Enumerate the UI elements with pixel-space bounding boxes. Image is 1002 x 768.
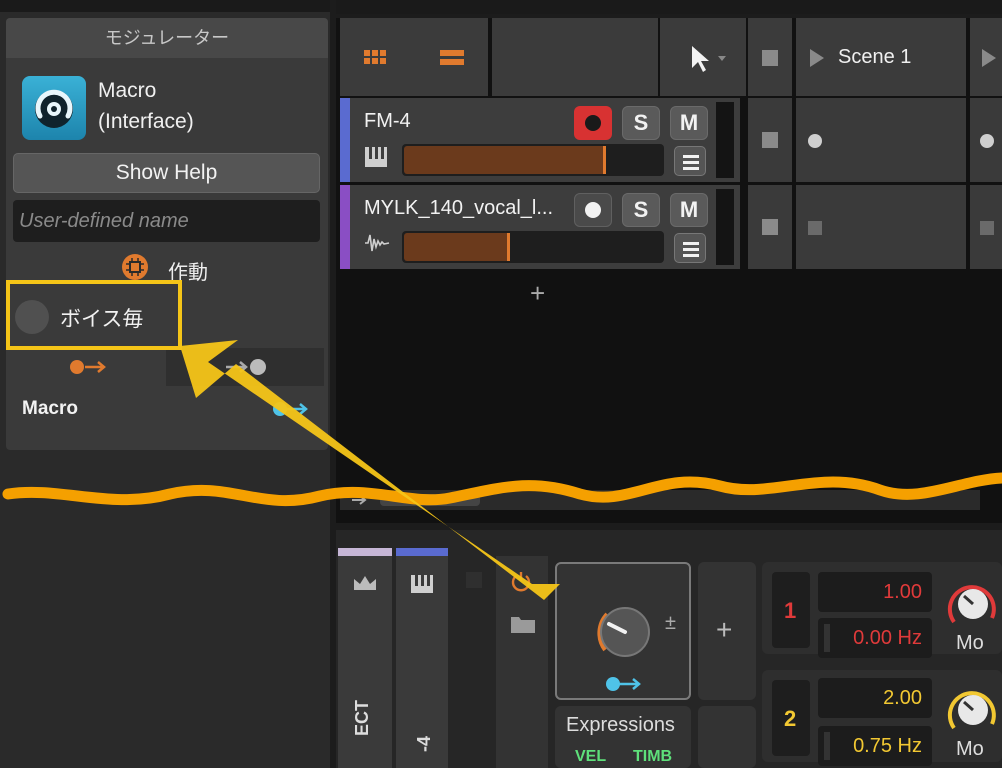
annotation-overlay — [2, 340, 1002, 600]
wavy-line-annotation — [2, 472, 1002, 507]
arrow-annotation — [180, 340, 560, 600]
